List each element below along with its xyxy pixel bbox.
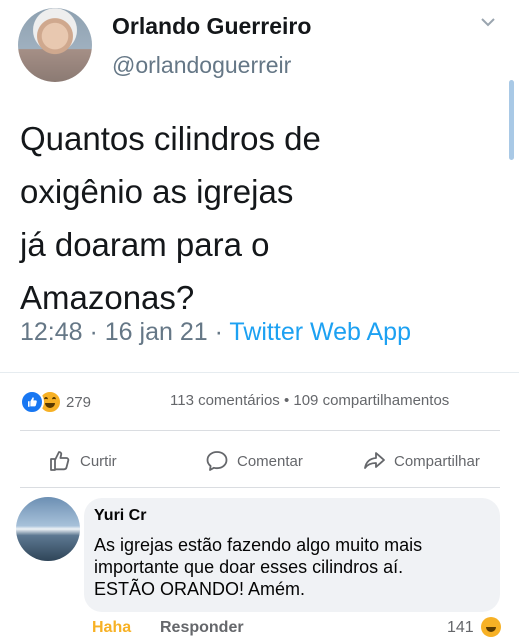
comment-reaction-count[interactable]: 141 xyxy=(447,619,474,637)
comment-icon xyxy=(206,451,228,471)
comments-shares-stats[interactable]: 113 comentários • 109 compartilhamentos xyxy=(170,392,449,409)
tweet-meta: 12:48 · 16 jan 21 · Twitter Web App xyxy=(20,318,411,347)
thumbs-up-icon xyxy=(50,451,70,471)
tweet-author-avatar[interactable] xyxy=(18,8,92,82)
reactions-summary[interactable]: 279 xyxy=(20,390,92,414)
scrollbar-thumb[interactable] xyxy=(509,80,514,160)
tweet-author-handle[interactable]: @orlandoguerreir xyxy=(112,52,291,79)
comment-reply-button[interactable]: Responder xyxy=(160,619,244,637)
like-button-label: Curtir xyxy=(80,452,117,470)
reaction-icons xyxy=(20,390,62,414)
divider xyxy=(20,430,500,431)
like-button[interactable]: Curtir xyxy=(48,448,117,474)
tweet-author-name[interactable]: Orlando Guerreiro xyxy=(112,13,311,40)
comment-text: As igrejas estão fazendo algo muito mais… xyxy=(94,535,423,599)
divider xyxy=(0,372,519,373)
tweet-source-link[interactable]: Twitter Web App xyxy=(229,318,411,346)
tweet-text: Quantos cilindros de oxigênio as igrejas… xyxy=(20,120,321,316)
comment-haha-button[interactable]: Haha xyxy=(92,619,131,637)
tweet-timestamp: 12:48 · 16 jan 21 · xyxy=(20,318,230,346)
share-button[interactable]: Compartilhar xyxy=(362,448,480,474)
comment-button[interactable]: Comentar xyxy=(205,448,303,474)
share-button-label: Compartilhar xyxy=(394,452,480,470)
reaction-count: 279 xyxy=(66,393,92,411)
share-icon xyxy=(364,452,385,469)
comment-author[interactable]: Yuri Cr xyxy=(94,507,146,525)
divider xyxy=(20,487,500,488)
haha-reaction-icon xyxy=(481,617,501,637)
chevron-down-icon[interactable] xyxy=(480,14,496,30)
commenter-avatar[interactable] xyxy=(16,497,80,561)
like-reaction-icon xyxy=(20,390,44,414)
comment-button-label: Comentar xyxy=(237,452,303,470)
